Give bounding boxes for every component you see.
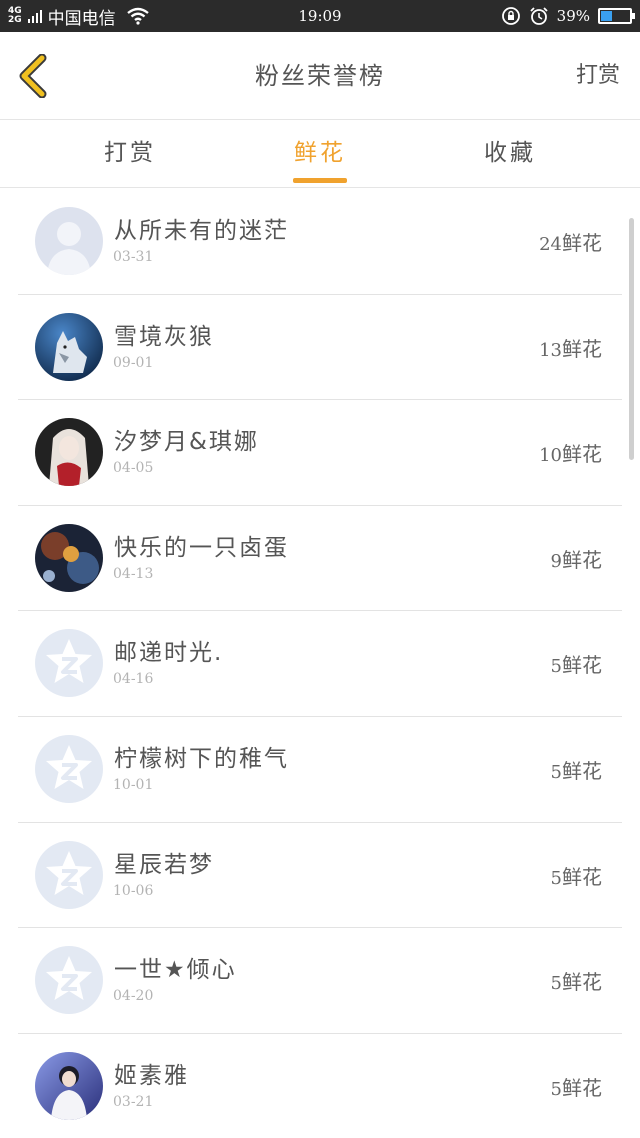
fan-date: 09-01 [113,354,154,371]
fan-list-item[interactable]: 雪境灰狼 09-01 13鲜花 [18,295,622,401]
avatar[interactable] [35,629,103,698]
flower-count: 13鲜花 [539,333,602,362]
flower-count-number: 9 [550,550,562,572]
avatar[interactable] [35,840,103,909]
flower-count-number: 5 [550,867,562,889]
flower-count: 10鲜花 [539,438,602,467]
fan-name: 姬素雅 [114,1062,189,1089]
fan-date: 03-31 [113,249,154,265]
fan-name: 快乐的一只卤蛋 [114,534,289,561]
alarm-icon [530,7,548,25]
fan-list-item[interactable]: 一世★倾心 04-20 5鲜花 [18,928,622,1034]
fan-list-item[interactable]: 从所未有的迷茫 03-31 24鲜花 [18,189,622,295]
flower-count: 5鲜花 [551,966,602,995]
fan-name: 星辰若梦 [114,851,214,878]
flower-count-unit: 鲜花 [562,864,602,889]
avatar[interactable] [35,312,103,381]
flower-count-number: 24 [539,234,562,255]
fan-name: 柠檬树下的稚气 [114,745,289,772]
fan-name: 从所未有的迷茫 [114,218,289,244]
flower-count-number: 5 [550,1078,562,1100]
fan-name: 一世★倾心 [114,957,237,984]
flower-count-unit: 鲜花 [562,758,602,783]
flower-count-unit: 鲜花 [562,442,602,467]
tab-bar: 打赏 鲜花 收藏 [0,121,640,188]
fan-list-item[interactable]: 柠檬树下的稚气 10-01 5鲜花 [18,717,622,823]
tab-flowers-label: 鲜花 [294,140,346,166]
page-title: 粉丝荣誉榜 [255,62,385,90]
avatar[interactable] [35,523,103,592]
flower-count-unit: 鲜花 [562,231,602,255]
tab-reward-label: 打赏 [104,140,156,166]
tab-reward[interactable]: 打赏 [50,121,210,188]
flower-count: 5鲜花 [551,861,602,890]
fan-list-item[interactable]: 姬素雅 03-21 5鲜花 [18,1034,622,1138]
flower-count: 5鲜花 [551,1072,602,1101]
lock-rotation-icon [501,7,520,25]
battery-percent: 39% [556,7,590,25]
fan-date: 04-05 [113,460,154,477]
fan-date: 04-20 [113,988,154,1005]
fan-list-item[interactable]: 汐梦月&琪娜 04-05 10鲜花 [18,400,622,506]
flower-count-unit: 鲜花 [562,547,602,572]
flower-count-number: 5 [550,973,562,995]
fan-name: 雪境灰狼 [114,323,214,350]
fan-list[interactable]: 从所未有的迷茫 03-31 24鲜花 雪境灰狼 09-01 13鲜花 汐梦月&琪娜 04-… [18,189,622,1138]
flower-count: 24鲜花 [539,227,602,256]
tab-favorites-label: 收藏 [484,140,536,166]
fan-name: 邮递时光. [114,640,224,667]
avatar[interactable] [35,418,103,487]
flower-count-unit: 鲜花 [562,336,602,361]
fan-name: 汐梦月&琪娜 [114,429,259,456]
flower-count: 9鲜花 [551,544,602,573]
flower-count-number: 10 [539,445,562,467]
active-tab-indicator [293,178,347,183]
fan-list-item[interactable]: 星辰若梦 10-06 5鲜花 [18,823,622,929]
status-right: 39% [501,0,635,32]
avatar[interactable] [35,734,103,803]
tab-favorites[interactable]: 收藏 [430,121,590,188]
app-header: 粉丝荣誉榜 打赏 [0,32,640,120]
flower-count: 5鲜花 [551,755,602,784]
fan-list-item[interactable]: 快乐的一只卤蛋 04-13 9鲜花 [18,506,622,612]
flower-count-unit: 鲜花 [562,1075,602,1100]
avatar[interactable] [35,207,103,275]
reward-action-button[interactable]: 打赏 [576,32,620,120]
battery-fill [601,11,612,21]
fan-date: 04-16 [113,671,154,688]
flower-count-unit: 鲜花 [562,653,602,678]
flower-count-number: 13 [539,339,562,361]
flower-count-number: 5 [550,761,562,783]
avatar[interactable] [35,1051,103,1120]
fan-list-item[interactable]: 邮递时光. 04-16 5鲜花 [18,611,622,717]
fan-date: 10-01 [113,776,154,793]
tab-flowers[interactable]: 鲜花 [240,121,400,188]
scrollbar[interactable] [629,218,634,460]
flower-count-unit: 鲜花 [562,970,602,995]
fan-date: 10-06 [113,882,154,899]
battery-icon [598,8,635,24]
flower-count: 5鲜花 [551,649,602,678]
fan-date: 03-21 [113,1093,154,1110]
status-bar: 4G 2G 中国电信 19:09 39% [0,0,640,32]
fan-date: 04-13 [113,565,154,582]
flower-count-number: 5 [550,656,562,678]
avatar[interactable] [35,946,103,1015]
